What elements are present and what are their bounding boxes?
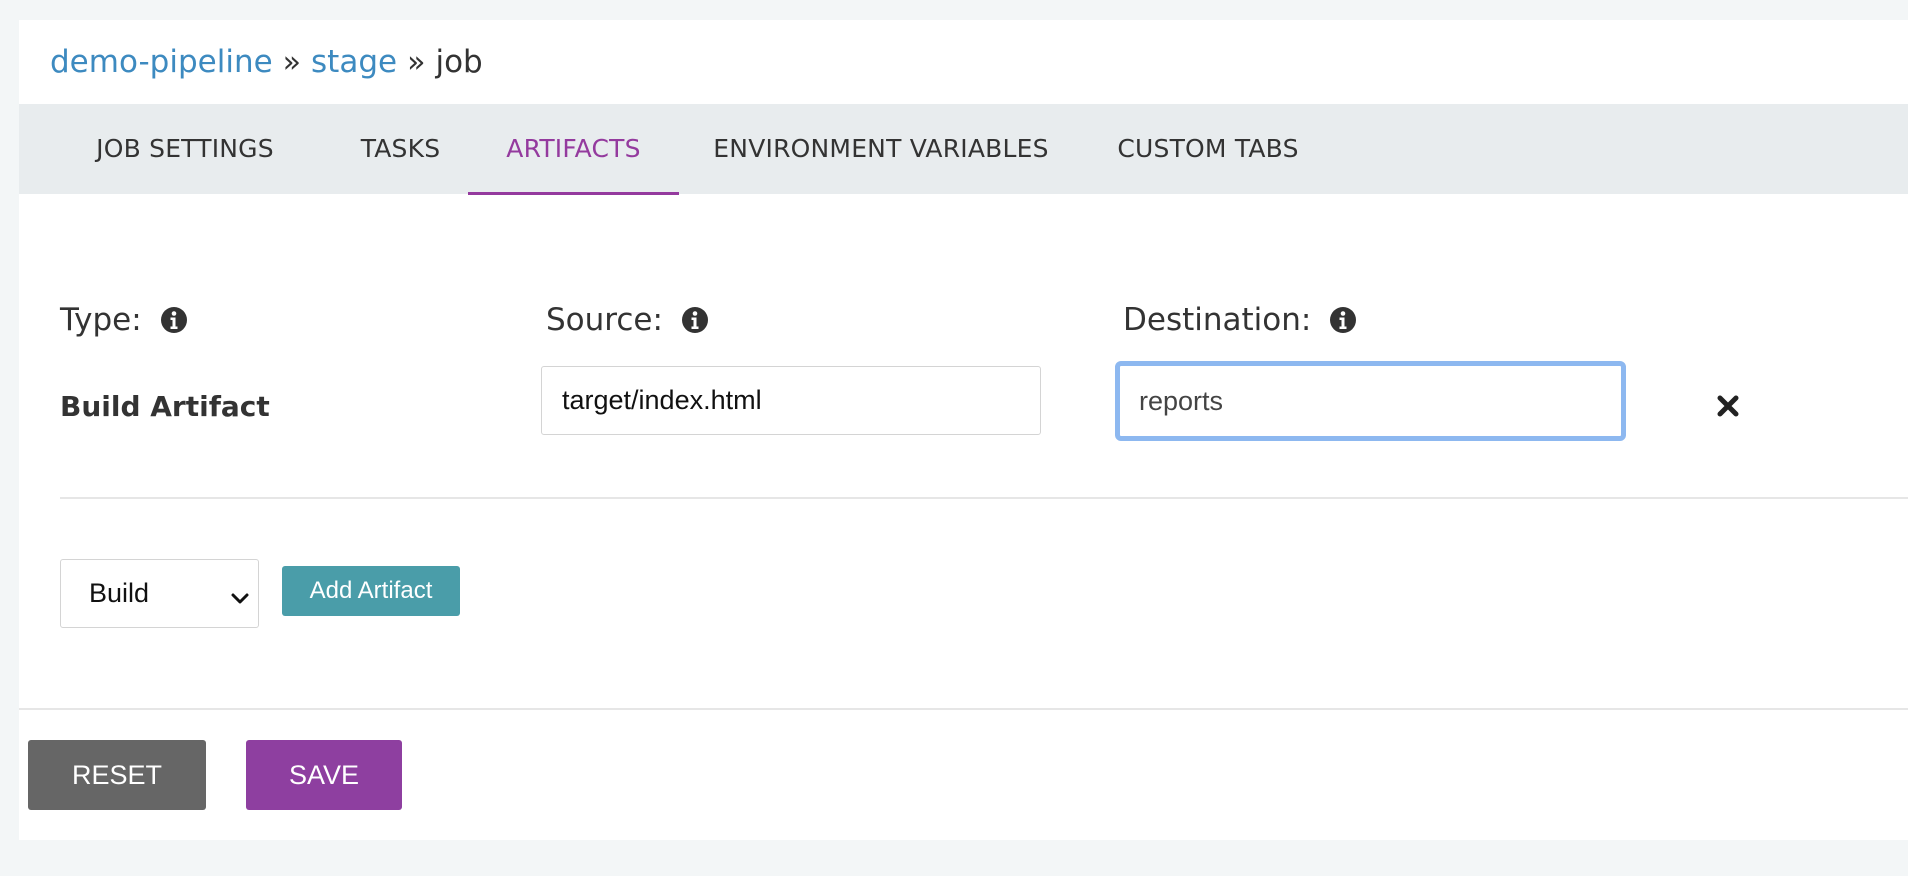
info-circle-icon[interactable] xyxy=(1329,306,1357,334)
tab-environment-variables[interactable]: ENVIRONMENT VARIABLES xyxy=(695,104,1067,192)
job-config-card: demo-pipeline » stage » job JOB SETTINGS… xyxy=(19,20,1908,840)
destination-label-group: Destination: xyxy=(1123,298,1357,342)
source-label-group: Source: xyxy=(546,298,709,342)
tab-bar: JOB SETTINGS TASKS ARTIFACTS ENVIRONMENT… xyxy=(19,104,1908,195)
destination-label: Destination: xyxy=(1123,302,1312,338)
type-label: Type: xyxy=(60,302,142,338)
tab-artifacts[interactable]: ARTIFACTS xyxy=(468,104,679,195)
source-label: Source: xyxy=(546,302,663,338)
breadcrumb-separator: » xyxy=(282,44,302,80)
breadcrumb-separator: » xyxy=(407,44,426,80)
info-circle-icon[interactable] xyxy=(160,306,188,334)
artifact-destination-input[interactable] xyxy=(1115,361,1626,441)
info-circle-icon[interactable] xyxy=(681,306,709,334)
close-icon[interactable] xyxy=(1713,391,1743,421)
breadcrumb-stage-link[interactable]: stage xyxy=(311,44,397,80)
breadcrumb-pipeline-link[interactable]: demo-pipeline xyxy=(50,44,273,80)
reset-button[interactable]: RESET xyxy=(28,740,206,810)
tab-job-settings[interactable]: JOB SETTINGS xyxy=(59,104,311,192)
row-divider xyxy=(60,497,1908,499)
footer-divider xyxy=(19,708,1908,710)
breadcrumb-job: job xyxy=(435,44,483,80)
tab-custom-tabs[interactable]: CUSTOM TABS xyxy=(1096,104,1320,192)
add-artifact-button[interactable]: Add Artifact xyxy=(282,566,460,616)
artifact-type-value: Build Artifact xyxy=(60,389,270,423)
artifact-source-input[interactable] xyxy=(541,366,1041,435)
breadcrumb: demo-pipeline » stage » job xyxy=(50,40,483,84)
type-label-group: Type: xyxy=(60,298,188,342)
artifact-type-select-value: Build xyxy=(89,578,150,608)
chevron-down-icon xyxy=(230,584,250,604)
tab-tasks[interactable]: TASKS xyxy=(330,104,471,192)
save-button[interactable]: SAVE xyxy=(246,740,402,810)
artifact-type-select[interactable]: Build xyxy=(60,559,259,628)
